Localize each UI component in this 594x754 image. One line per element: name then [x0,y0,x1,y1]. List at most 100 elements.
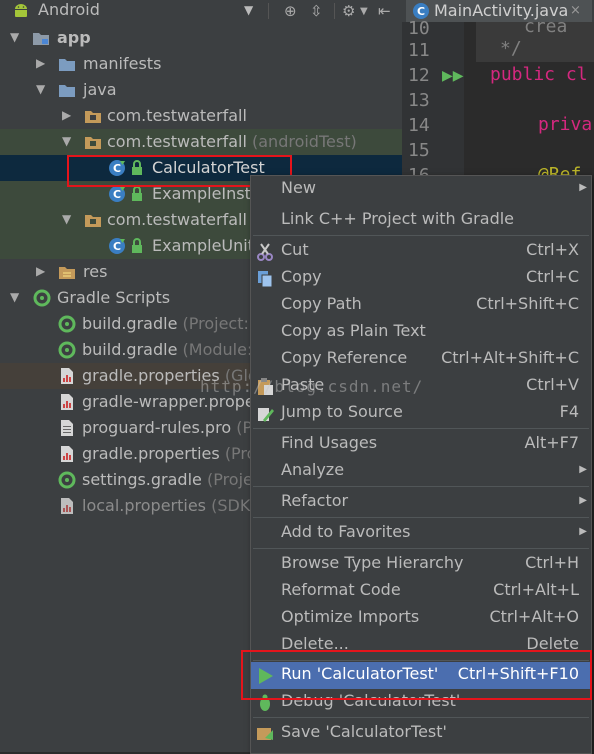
menu-item-label: Optimize Imports [281,607,420,626]
line-number: 15 [408,140,430,161]
expand-arrow-icon[interactable]: ▼ [62,212,71,226]
expand-arrow-icon[interactable]: ▼ [62,134,71,148]
menu-item-reformat-code[interactable]: Reformat Code Ctrl+Alt+L [251,578,591,605]
menu-item-label: Analyze [281,460,345,479]
tree-item-label: manifests [83,54,162,73]
properties-file-icon [61,394,73,410]
save-config-icon [257,728,273,740]
menu-item-copy[interactable]: Copy Ctrl+C [251,265,591,292]
gear-dropdown-icon[interactable]: ▼ [360,2,368,22]
tree-item-label: build.gradle [82,340,178,359]
menu-item-cut[interactable]: Cut Ctrl+X [251,238,591,265]
menu-item-copy-reference[interactable]: Copy Reference Ctrl+Alt+Shift+C [251,346,591,373]
folder-icon [59,59,75,71]
project-view-toolbar: Android ▼ ⊕ ⇳ ⚙ ▼ ⇤ [0,0,402,23]
menu-item-copy-plain-text[interactable]: Copy as Plain Text [251,319,591,346]
test-class-icon: C [109,186,125,202]
res-folder-icon [59,267,75,279]
menu-item-analyze[interactable]: Analyze ▶ [251,458,591,485]
menu-item-add-to-favorites[interactable]: Add to Favorites ▶ [251,520,591,547]
menu-item-jump-to-source[interactable]: Jump to Source F4 [251,400,591,427]
tree-item-label: com.testwaterfall [107,132,247,151]
close-icon[interactable]: × [570,0,581,21]
menu-item-label: Copy Reference [281,348,408,367]
tree-item-label: local.properties [82,496,207,515]
code-line: public cl [490,64,588,85]
expand-arrow-icon[interactable]: ▶ [36,264,45,278]
line-number: 12 [408,65,430,86]
menu-item-save-config[interactable]: Save 'CalculatorTest' [251,720,591,747]
menu-item-label: Refactor [281,491,349,510]
highlight-box [241,650,592,700]
crosshair-icon[interactable]: ⊕ [284,1,297,21]
gradle-icon [33,289,51,307]
menu-item-browse-type-hierarchy[interactable]: Browse Type Hierarchy Ctrl+H [251,551,591,578]
svg-text:C: C [113,240,121,253]
menu-item-shortcut: Ctrl+H [525,553,579,572]
menu-item-shortcut: Ctrl+C [525,267,579,286]
menu-item-label: Copy as Plain Text [281,321,426,340]
copy-icon [258,271,273,288]
menu-item-label: Reformat Code [281,580,401,599]
package-icon [85,111,101,123]
menu-item-label: Link C++ Project with Gradle [281,209,515,228]
code-line: crea [524,16,568,37]
scissors-icon [257,243,273,261]
tree-item-package-androidtest[interactable]: ▼ com.testwaterfall (androidTest) [0,129,402,155]
folder-icon [59,85,75,97]
tree-item-suffix: (Module: [182,340,253,359]
toolbar-divider [268,3,269,19]
expand-arrow-icon[interactable]: ▶ [36,56,45,70]
gradle-file-icon [58,471,76,489]
expand-arrow-icon[interactable]: ▼ [10,30,19,44]
project-view-dropdown-icon[interactable]: ▼ [244,0,253,20]
menu-item-shortcut: Alt+F7 [524,433,579,452]
menu-item-find-usages[interactable]: Find Usages Alt+F7 [251,431,591,458]
run-gutter-icon[interactable]: ▶▶ [442,68,464,84]
menu-separator [253,548,589,549]
tree-item-manifests[interactable]: ▶ manifests [0,51,402,77]
submenu-arrow-icon: ▶ [579,526,587,537]
submenu-arrow-icon: ▶ [579,464,587,475]
tree-item-label: com.testwaterfall [107,106,247,125]
tree-item-label: Gradle Scripts [57,288,171,307]
tree-item-app[interactable]: ▼ app [0,25,402,51]
menu-item-shortcut: Ctrl+V [526,375,579,394]
menu-separator [253,235,589,236]
menu-separator [253,517,589,518]
line-number: 11 [408,40,430,61]
tree-item-java[interactable]: ▼ java [0,77,402,103]
menu-item-label: Copy Path [281,294,362,313]
svg-text:C: C [113,188,121,201]
menu-item-shortcut: F4 [559,402,579,421]
menu-item-label: New [281,178,316,197]
tree-item-package[interactable]: ▶ com.testwaterfall [0,103,402,129]
menu-item-optimize-imports[interactable]: Optimize Imports Ctrl+Alt+O [251,605,591,632]
menu-item-label: Add to Favorites [281,522,411,541]
submenu-arrow-icon: ▶ [579,495,587,506]
tree-item-label: res [83,262,108,281]
toolbar-divider [334,3,335,19]
project-view-title[interactable]: Android [38,0,100,20]
expand-arrow-icon[interactable]: ▼ [36,82,45,96]
code-line: priva [538,114,593,135]
expand-arrow-icon[interactable]: ▶ [62,108,71,122]
menu-item-shortcut: Ctrl+Alt+O [489,607,579,626]
edit-source-icon [258,408,274,422]
menu-item-label: Save 'CalculatorTest' [281,722,447,741]
gear-icon[interactable]: ⚙ [342,1,355,21]
expand-arrow-icon[interactable]: ▼ [10,290,19,304]
menu-item-new[interactable]: New ▶ [251,176,591,203]
gradle-file-icon [58,341,76,359]
submenu-arrow-icon: ▶ [579,182,587,193]
tree-item-label: app [57,28,91,47]
menu-item-shortcut: Ctrl+Alt+Shift+C [441,348,579,367]
menu-item-label: Jump to Source [281,402,403,421]
menu-item-label: Cut [281,240,309,259]
menu-item-link-cpp[interactable]: Link C++ Project with Gradle [251,207,591,234]
menu-item-copy-path[interactable]: Copy Path Ctrl+Shift+C [251,292,591,319]
menu-item-refactor[interactable]: Refactor ▶ [251,489,591,516]
package-icon [85,215,101,227]
hide-icon[interactable]: ⇤ [378,1,391,21]
collapse-icon[interactable]: ⇳ [310,1,323,21]
